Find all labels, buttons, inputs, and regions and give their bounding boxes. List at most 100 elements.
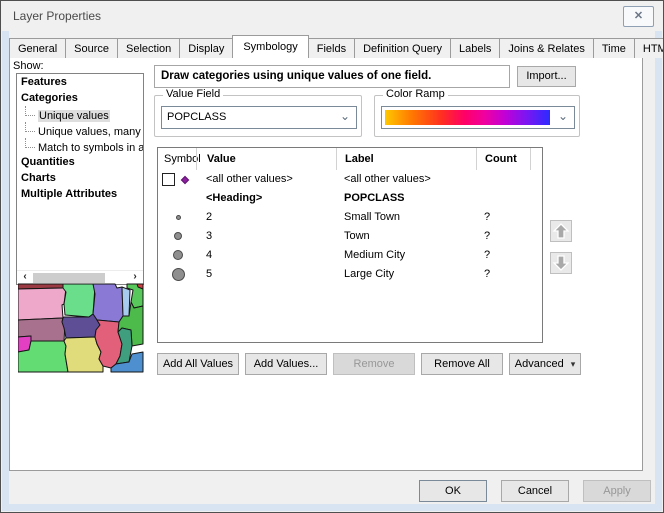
tab-bar: GeneralSourceSelectionDisplaySymbologyFi… (9, 35, 664, 58)
symbology-tab-page: Show: FeaturesCategoriesUnique valuesUni… (9, 57, 643, 471)
dialog-body: GeneralSourceSelectionDisplaySymbologyFi… (9, 31, 655, 504)
show-listbox: FeaturesCategoriesUnique valuesUnique va… (16, 73, 144, 285)
show-list-items: FeaturesCategoriesUnique valuesUnique va… (17, 74, 143, 202)
value-cell: 4 (206, 246, 336, 265)
advanced-button[interactable]: Advanced▾ (509, 353, 581, 375)
tab-joins-relates[interactable]: Joins & Relates (499, 38, 593, 58)
value-field-dropdown[interactable]: POPCLASS ⌄ (161, 106, 357, 129)
tab-labels[interactable]: Labels (450, 38, 500, 58)
show-list-hscrollbar[interactable]: ‹ › (17, 270, 143, 284)
map-preview-thumbnail (18, 283, 144, 373)
move-up-button[interactable] (550, 220, 572, 242)
symbol-value-table[interactable]: Symbol Value Label Count <all other valu… (157, 147, 543, 343)
value-field-group: Value Field POPCLASS ⌄ (154, 95, 362, 137)
apply-button[interactable]: Apply (583, 480, 651, 502)
all-other-values-checkbox[interactable] (162, 173, 175, 186)
show-label: Show: (13, 60, 44, 72)
label-cell: Small Town (344, 208, 476, 227)
table-row[interactable]: <all other values> <all other values> (158, 170, 542, 189)
window-frame-left (2, 31, 9, 511)
add-values--button[interactable]: Add Values... (245, 353, 327, 375)
label-cell: Medium City (344, 246, 476, 265)
column-count: Count (476, 148, 530, 170)
show-item-unique-values[interactable]: Unique values (17, 106, 143, 122)
scrollbar-thumb[interactable] (33, 273, 105, 283)
show-item-multiple-attributes[interactable]: Multiple Attributes (17, 186, 143, 202)
tab-symbology[interactable]: Symbology (232, 35, 308, 58)
table-header-row: Symbol Value Label Count (158, 148, 542, 170)
title-bar[interactable]: Layer Properties ✕ (1, 1, 663, 31)
dot-symbol (176, 215, 181, 220)
show-item-quantities[interactable]: Quantities (17, 154, 143, 170)
window-frame-right (655, 31, 662, 511)
move-down-button[interactable] (550, 252, 572, 274)
chevron-down-icon[interactable]: ⌄ (338, 107, 352, 126)
value-cell: <Heading> (206, 189, 336, 208)
chevron-down-icon[interactable]: ⌄ (556, 107, 570, 126)
dot-symbol (174, 232, 182, 240)
tab-selection[interactable]: Selection (117, 38, 180, 58)
count-cell: ? (484, 265, 530, 284)
color-ramp-group: Color Ramp ⌄ (374, 95, 580, 137)
count-cell: ? (484, 246, 530, 265)
label-cell: Large City (344, 265, 476, 284)
symbol-cell[interactable] (158, 227, 196, 246)
label-cell: <all other values> (344, 170, 476, 189)
column-spacer (530, 148, 543, 170)
show-item-categories[interactable]: Categories (17, 90, 143, 106)
color-ramp-dropdown[interactable]: ⌄ (381, 106, 575, 129)
dot-symbol (172, 268, 185, 281)
dot-symbol (173, 250, 183, 260)
ok-button[interactable]: OK (419, 480, 487, 502)
symbol-cell[interactable] (158, 208, 196, 227)
value-cell: <all other values> (206, 170, 336, 189)
table-row[interactable]: 3 Town? (158, 227, 542, 246)
instruction-text: Draw categories using unique values of o… (154, 65, 510, 88)
tab-time[interactable]: Time (593, 38, 635, 58)
show-item-unique-values-many[interactable]: Unique values, many (17, 122, 143, 138)
show-item-features[interactable]: Features (17, 74, 143, 90)
label-cell: POPCLASS (344, 189, 476, 208)
add-all-values-button[interactable]: Add All Values (157, 353, 239, 375)
menu-arrow-icon: ▾ (571, 359, 576, 369)
diamond-symbol (181, 176, 189, 184)
show-item-match-to-symbols-in-a[interactable]: Match to symbols in a (17, 138, 143, 154)
table-row[interactable]: <Heading> POPCLASS (158, 189, 542, 208)
table-row[interactable]: 2 Small Town? (158, 208, 542, 227)
tab-fields[interactable]: Fields (308, 38, 355, 58)
count-cell: ? (484, 208, 530, 227)
count-cell (484, 189, 530, 208)
table-rows: <all other values><all other values><Hea… (158, 170, 542, 284)
symbol-cell[interactable] (158, 189, 196, 208)
close-icon[interactable]: ✕ (623, 6, 654, 27)
value-cell: 5 (206, 265, 336, 284)
tab-definition-query[interactable]: Definition Query (354, 38, 451, 58)
count-cell: ? (484, 227, 530, 246)
window-title: Layer Properties (13, 1, 101, 31)
window-frame-bottom (2, 504, 662, 511)
tab-display[interactable]: Display (179, 38, 233, 58)
symbol-cell[interactable] (158, 170, 196, 189)
tab-source[interactable]: Source (65, 38, 118, 58)
column-label: Label (336, 148, 476, 170)
label-cell: Town (344, 227, 476, 246)
count-cell (484, 170, 530, 189)
table-row[interactable]: 5 Large City? (158, 265, 542, 284)
value-field-label: Value Field (163, 88, 223, 100)
cancel-button[interactable]: Cancel (501, 480, 569, 502)
color-ramp-label: Color Ramp (383, 88, 448, 100)
value-field-selected: POPCLASS (167, 107, 226, 128)
remove-button[interactable]: Remove (333, 353, 415, 375)
value-cell: 2 (206, 208, 336, 227)
symbol-cell[interactable] (158, 246, 196, 265)
show-item-charts[interactable]: Charts (17, 170, 143, 186)
column-value: Value (196, 148, 336, 170)
value-cell: 3 (206, 227, 336, 246)
remove-all-button[interactable]: Remove All (421, 353, 503, 375)
layer-properties-dialog: Layer Properties ✕ GeneralSourceSelectio… (0, 0, 664, 513)
table-row[interactable]: 4 Medium City? (158, 246, 542, 265)
tab-html-popup[interactable]: HTML Popup (634, 38, 664, 58)
import-button[interactable]: Import... (517, 66, 576, 87)
tab-general[interactable]: General (9, 38, 66, 58)
symbol-cell[interactable] (158, 265, 196, 284)
